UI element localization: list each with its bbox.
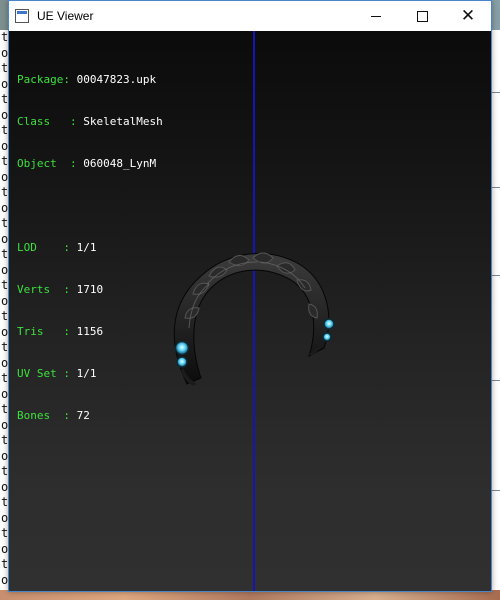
minimize-icon: [371, 15, 381, 17]
title-bar[interactable]: UE Viewer ✕: [9, 1, 491, 31]
app-window-icon[interactable]: [15, 9, 29, 23]
info-row-verts: Verts : 1710: [17, 283, 104, 296]
info-row-lod: LOD : 1/1: [17, 241, 97, 254]
window-title: UE Viewer: [37, 9, 94, 23]
mesh-info-overlay: Package: 00047823.upk Class : SkeletalMe…: [17, 45, 163, 451]
maximize-icon: [416, 10, 428, 22]
info-row-tris: Tris : 1156: [17, 325, 104, 338]
info-row-bones: Bones : 72: [17, 409, 90, 422]
close-button[interactable]: ✕: [445, 1, 491, 31]
window-controls: ✕: [353, 1, 491, 31]
maximize-button[interactable]: [399, 1, 445, 31]
background-window-right: [491, 30, 500, 600]
3d-viewport[interactable]: Package: 00047823.upk Class : SkeletalMe…: [9, 31, 491, 591]
info-row-class: Class : SkeletalMesh: [17, 115, 163, 128]
info-row-package: Package: 00047823.upk: [17, 73, 157, 86]
minimize-button[interactable]: [353, 1, 399, 31]
info-row-object: Object : 060048_LynM: [17, 157, 157, 170]
ue-viewer-window: UE Viewer ✕ Package: 00047823.upk Class …: [8, 0, 492, 592]
skeletal-mesh-render: [173, 252, 335, 386]
info-row-uvset: UV Set : 1/1: [17, 367, 97, 380]
close-icon: ✕: [460, 5, 476, 26]
